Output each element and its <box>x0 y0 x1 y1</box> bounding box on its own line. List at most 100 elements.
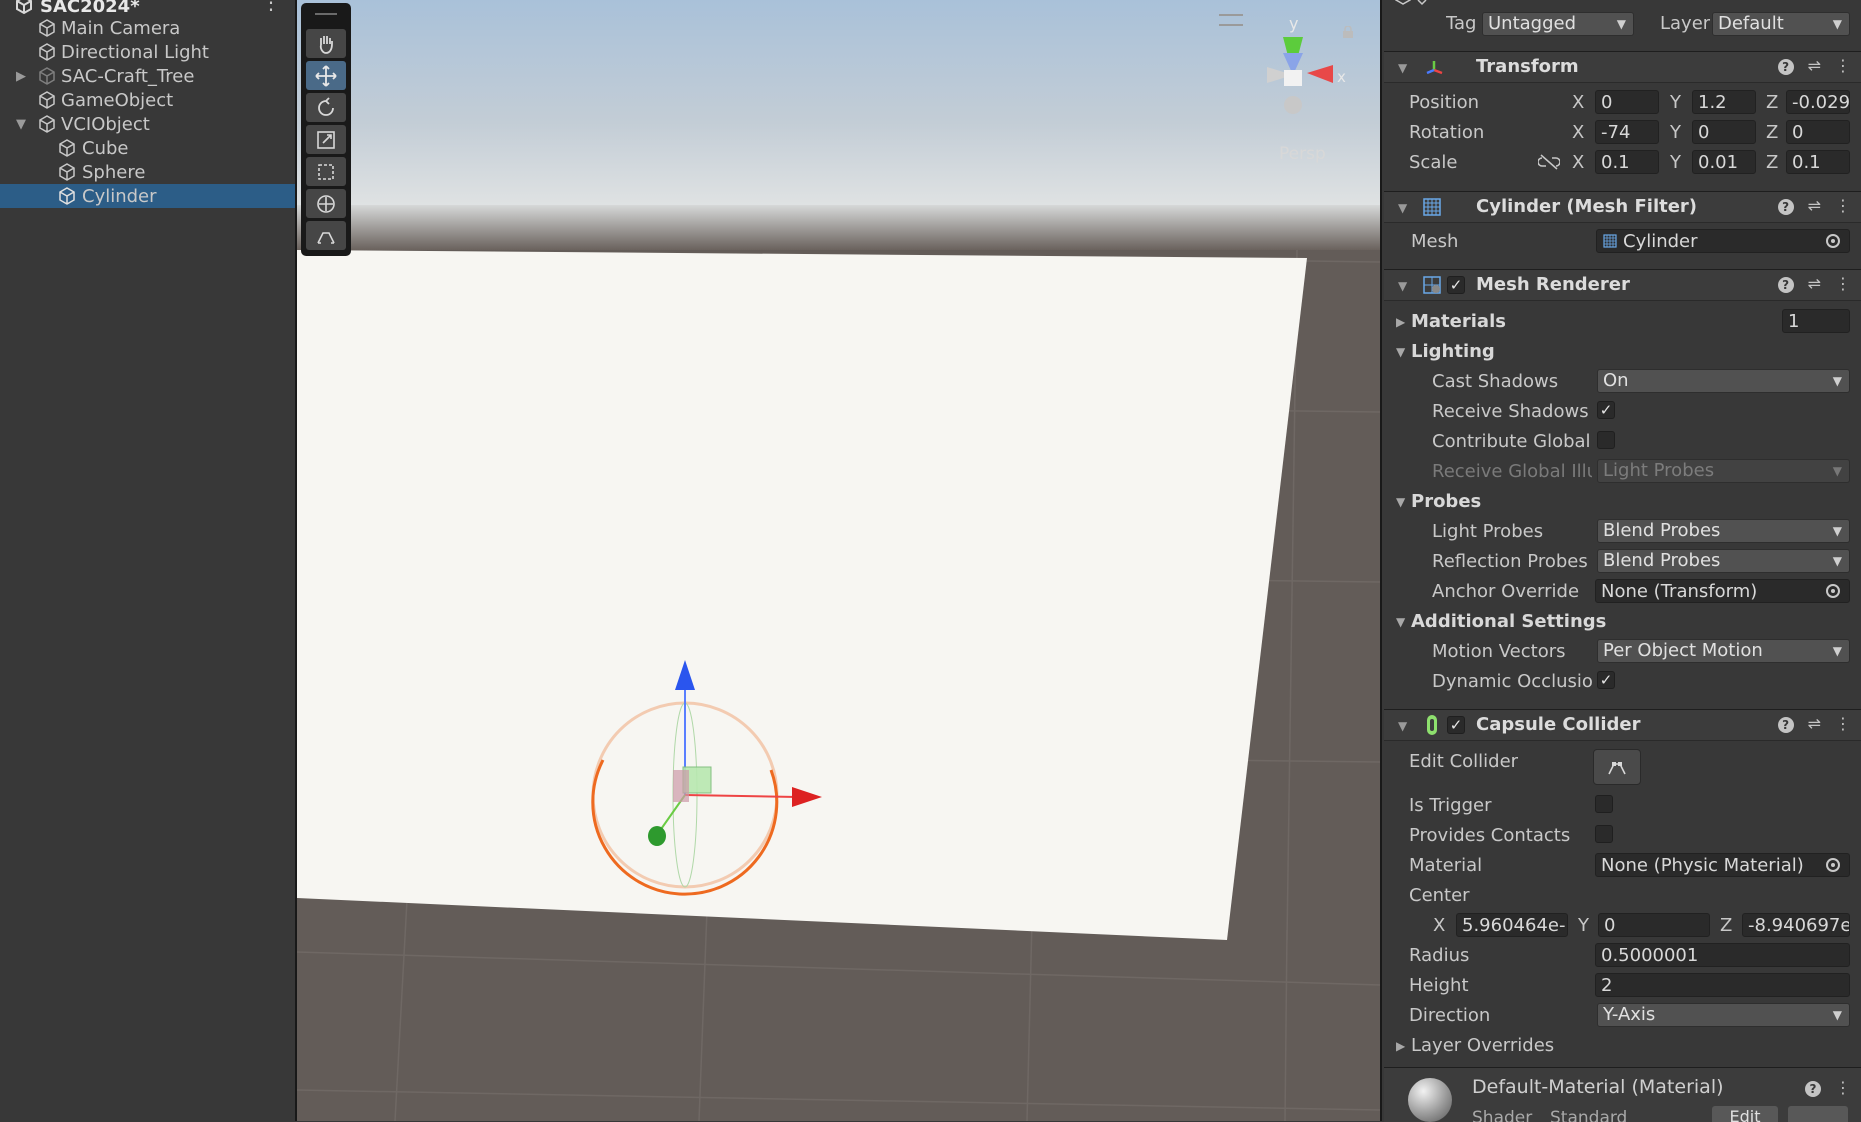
white-plane[interactable] <box>297 250 1307 940</box>
receive-shadows-checkbox[interactable]: ✓ <box>1597 401 1615 419</box>
presets-icon[interactable]: ⇌ <box>1808 56 1821 75</box>
cast-shadows-dropdown[interactable]: On ▼ <box>1597 369 1850 393</box>
transform-tool-button[interactable] <box>306 189 346 218</box>
scale-z-field[interactable]: 0.1 <box>1786 150 1850 174</box>
collapse-arrow-icon[interactable]: ▼ <box>1398 719 1407 733</box>
help-icon[interactable]: ? <box>1777 59 1794 75</box>
axis-y-label[interactable]: Y <box>1670 92 1681 113</box>
materials-label[interactable]: Materials <box>1411 311 1506 332</box>
is-trigger-checkbox[interactable] <box>1595 795 1613 813</box>
hierarchy-item-cylinder[interactable]: Cylinder <box>0 184 295 208</box>
position-x-field[interactable]: 0 <box>1595 90 1659 114</box>
axis-z-label[interactable]: Z <box>1766 122 1778 143</box>
collapse-arrow-icon[interactable]: ▼ <box>1398 201 1407 215</box>
axis-y-label[interactable]: Y <box>1670 122 1681 143</box>
motion-vectors-dropdown[interactable]: Per Object Motion ▼ <box>1597 639 1850 663</box>
rotation-x-field[interactable]: -74 <box>1595 120 1659 144</box>
capsule-collider-enabled-checkbox[interactable]: ✓ <box>1447 716 1465 734</box>
context-menu-icon[interactable]: ⋮ <box>1835 714 1851 733</box>
edit-collider-button[interactable] <box>1593 749 1641 785</box>
move-tool-button[interactable] <box>306 61 346 90</box>
rect-tool-button[interactable] <box>306 157 346 186</box>
presets-icon[interactable]: ⇌ <box>1808 714 1821 733</box>
scale-tool-button[interactable] <box>306 125 346 154</box>
hierarchy-item-directional-light[interactable]: Directional Light <box>0 40 295 64</box>
scene-viewport[interactable] <box>297 0 1380 1121</box>
collapse-arrow-icon[interactable]: ▼ <box>1398 61 1407 75</box>
hierarchy-item-cube[interactable]: Cube <box>0 136 295 160</box>
collapse-arrow-icon[interactable]: ▼ <box>1396 495 1405 509</box>
layer-dropdown[interactable]: Default ▼ <box>1712 12 1850 36</box>
axis-y-label[interactable]: Y <box>1578 915 1589 936</box>
mesh-renderer-enabled-checkbox[interactable]: ✓ <box>1447 276 1465 294</box>
layer-overrides-label[interactable]: Layer Overrides <box>1411 1035 1554 1056</box>
rotation-z-field[interactable]: 0 <box>1786 120 1850 144</box>
axis-x-label[interactable]: X <box>1572 122 1584 143</box>
center-z-field[interactable]: -8.940697e <box>1742 913 1850 937</box>
collapse-arrow-icon[interactable]: ▼ <box>1398 279 1407 293</box>
scale-y-field[interactable]: 0.01 <box>1692 150 1756 174</box>
provides-contacts-checkbox[interactable] <box>1595 825 1613 843</box>
center-y-field[interactable]: 0 <box>1598 913 1710 937</box>
orientation-gizmo[interactable]: y x <box>1257 15 1377 125</box>
collapse-arrow-icon[interactable]: ▼ <box>1396 615 1405 629</box>
object-picker-icon[interactable] <box>1826 234 1840 248</box>
hierarchy-item-sphere[interactable]: Sphere <box>0 160 295 184</box>
center-x-field[interactable]: 5.960464e- <box>1456 913 1568 937</box>
material-section[interactable]: Default-Material (Material) ? ⋮ Shader St… <box>1384 1067 1861 1122</box>
scene-view[interactable]: y x Persp <box>297 0 1380 1121</box>
gameobject-icon[interactable] <box>1394 0 1430 14</box>
axis-z-label[interactable]: Z <box>1766 92 1778 113</box>
hand-tool-button[interactable] <box>306 29 346 58</box>
rotation-y-field[interactable]: 0 <box>1692 120 1756 144</box>
scene-menu-icon[interactable] <box>1219 14 1243 26</box>
axis-x-label[interactable]: X <box>1572 152 1584 173</box>
light-probes-dropdown[interactable]: Blend Probes ▼ <box>1597 519 1850 543</box>
collapse-arrow-icon[interactable]: ▼ <box>1396 345 1405 359</box>
context-menu-icon[interactable]: ⋮ <box>1835 1078 1851 1097</box>
materials-count-field[interactable]: 1 <box>1782 309 1850 333</box>
link-broken-icon[interactable] <box>1538 154 1560 170</box>
object-picker-icon[interactable] <box>1826 858 1840 872</box>
custom-tool-button[interactable] <box>306 221 346 250</box>
expand-arrow-icon[interactable]: ▶ <box>1396 1039 1405 1053</box>
help-icon[interactable]: ? <box>1805 1081 1821 1097</box>
presets-icon[interactable]: ⇌ <box>1808 196 1821 215</box>
object-picker-icon[interactable] <box>1826 584 1840 598</box>
capsule-collider-header[interactable]: ▼ ✓ Capsule Collider ? ⇌ ⋮ <box>1384 709 1861 741</box>
hierarchy-item-sac-craft-tree[interactable]: ▶ SAC-Craft_Tree <box>0 64 295 88</box>
projection-label[interactable]: Persp <box>1279 144 1326 164</box>
context-menu-icon[interactable]: ⋮ <box>1835 274 1851 293</box>
collapse-arrow-icon[interactable]: ▼ <box>16 117 26 132</box>
contribute-global-checkbox[interactable] <box>1597 431 1615 449</box>
additional-settings-label[interactable]: Additional Settings <box>1411 611 1606 632</box>
mesh-renderer-header[interactable]: ▼ ✓ Mesh Renderer ? ⇌ ⋮ <box>1384 269 1861 301</box>
reflection-probes-dropdown[interactable]: Blend Probes ▼ <box>1597 549 1850 573</box>
help-icon[interactable]: ? <box>1777 717 1794 733</box>
expand-arrow-icon[interactable]: ▶ <box>16 69 26 84</box>
probes-label[interactable]: Probes <box>1411 491 1481 512</box>
hierarchy-menu-icon[interactable]: ⋮ <box>261 0 281 14</box>
context-menu-icon[interactable]: ⋮ <box>1835 196 1851 215</box>
anchor-override-field[interactable]: None (Transform) <box>1595 579 1850 603</box>
material-list-button[interactable] <box>1788 1106 1848 1122</box>
mesh-filter-header[interactable]: ▼ Cylinder (Mesh Filter) ? ⇌ ⋮ <box>1384 191 1861 223</box>
axis-x-label[interactable]: X <box>1572 92 1584 113</box>
axis-y-label[interactable]: Y <box>1670 152 1681 173</box>
hierarchy-item-vciobject[interactable]: ▼ VCIObject <box>0 112 295 136</box>
lock-icon[interactable] <box>1342 26 1354 38</box>
tag-dropdown[interactable]: Untagged ▼ <box>1482 12 1634 36</box>
radius-field[interactable]: 0.5000001 <box>1595 943 1850 967</box>
toolbar-grip[interactable] <box>315 13 337 15</box>
direction-dropdown[interactable]: Y-Axis ▼ <box>1597 1003 1850 1027</box>
axis-z-label[interactable]: Z <box>1720 915 1732 936</box>
physic-material-field[interactable]: None (Physic Material) <box>1595 853 1850 877</box>
axis-z-label[interactable]: Z <box>1766 152 1778 173</box>
hierarchy-item-main-camera[interactable]: Main Camera <box>0 16 295 40</box>
help-icon[interactable]: ? <box>1777 277 1794 293</box>
transform-header[interactable]: ▼ Transform ? ⇌ ⋮ <box>1384 51 1861 83</box>
hierarchy-item-gameobject[interactable]: GameObject <box>0 88 295 112</box>
expand-arrow-icon[interactable]: ▶ <box>1396 315 1405 329</box>
position-y-field[interactable]: 1.2 <box>1692 90 1756 114</box>
height-field[interactable]: 2 <box>1595 973 1850 997</box>
